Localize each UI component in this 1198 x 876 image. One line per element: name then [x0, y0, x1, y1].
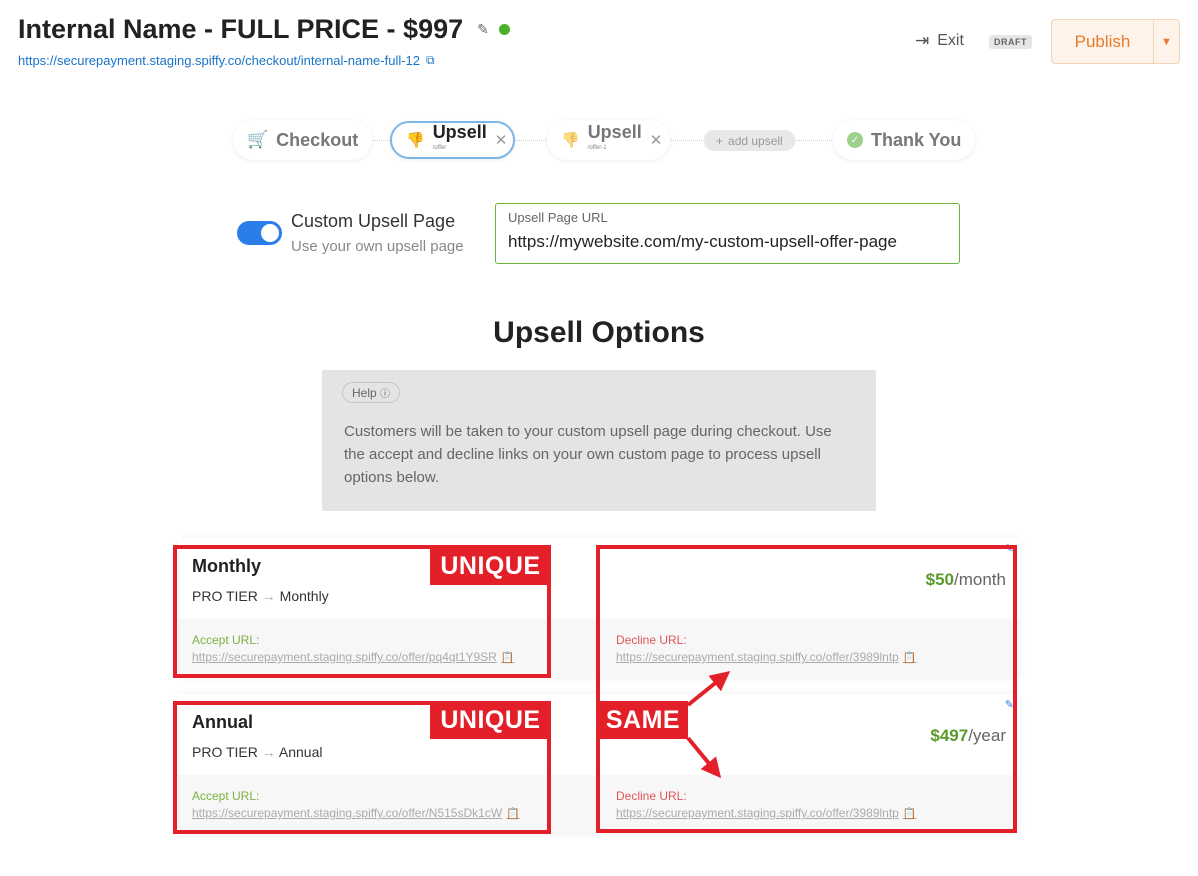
annotation-arrows	[686, 670, 731, 779]
arrow-down	[686, 736, 722, 779]
arrow-up	[686, 670, 731, 707]
